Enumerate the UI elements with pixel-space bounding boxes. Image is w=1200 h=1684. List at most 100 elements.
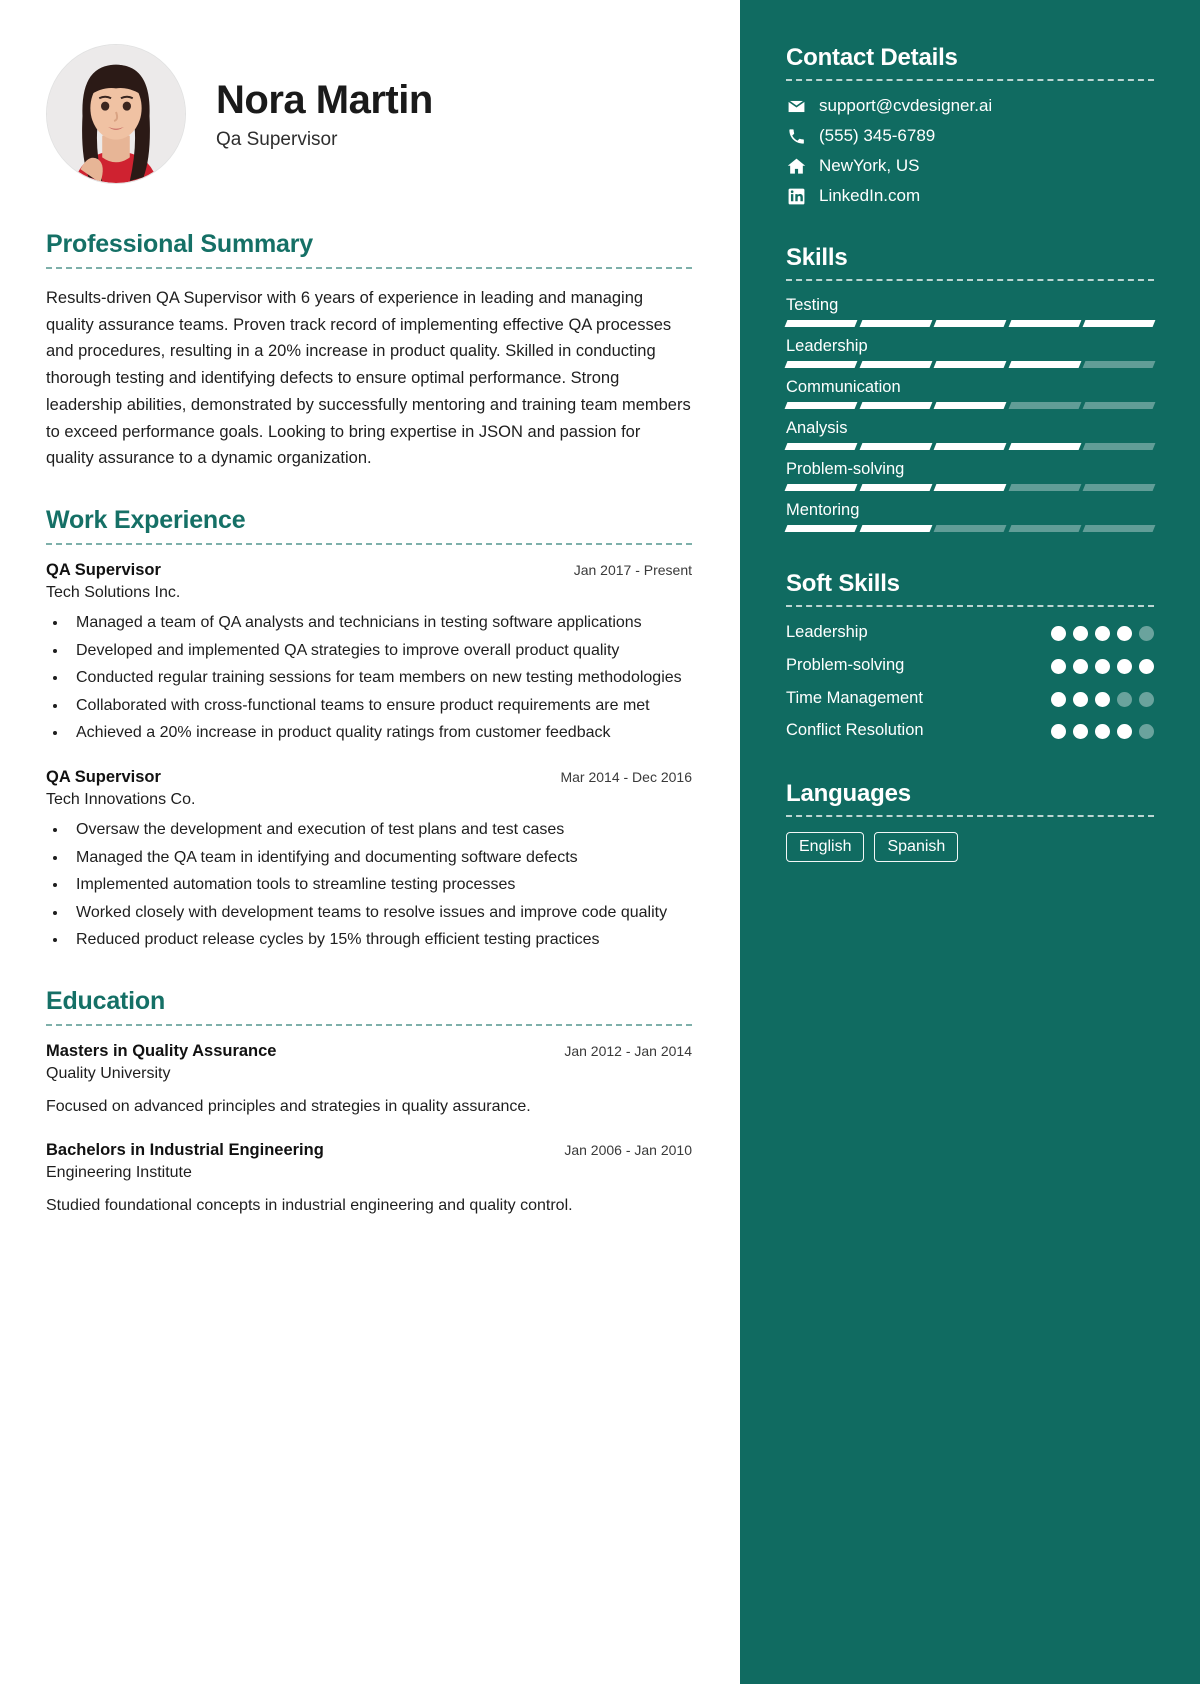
rating-dot — [1139, 724, 1154, 740]
skill-segment — [1008, 525, 1081, 532]
soft-skill-rating-dots — [1051, 622, 1154, 641]
skill-segment — [933, 484, 1007, 491]
contact-item[interactable]: NewYork, US — [786, 156, 1154, 176]
list-item: Collaborated with cross-functional teams… — [68, 693, 692, 719]
rating-dot — [1073, 658, 1088, 674]
skill-item: Testing — [784, 296, 1156, 327]
resume-header: Nora Martin Qa Supervisor — [46, 44, 692, 184]
divider — [786, 79, 1154, 81]
rating-dot — [1117, 626, 1132, 641]
contact-item[interactable]: (555) 345-6789 — [786, 126, 1154, 146]
soft-skill-label: Leadership — [786, 623, 868, 641]
divider — [46, 267, 692, 269]
education-school: Quality University — [46, 1064, 171, 1082]
skill-segment — [1082, 484, 1156, 491]
work-item-company: Tech Solutions Inc. — [46, 584, 181, 602]
skill-segment — [784, 361, 858, 368]
section-languages: Languages English Spanish — [786, 780, 1154, 863]
list-item: Reduced product release cycles by 15% th… — [68, 927, 692, 953]
skill-segment — [784, 443, 858, 450]
rating-dot — [1117, 724, 1132, 740]
page-title: Nora Martin — [216, 78, 433, 122]
skill-segment — [859, 525, 932, 532]
section-title-languages: Languages — [786, 780, 911, 808]
rating-dot — [1095, 691, 1110, 707]
skill-segment — [933, 361, 1007, 368]
work-item-header: QA Supervisor Mar 2014 - Dec 2016 — [46, 768, 692, 787]
work-list: QA Supervisor Jan 2017 - Present Tech Solu… — [46, 561, 692, 953]
skill-segment — [1082, 320, 1156, 327]
divider — [786, 815, 1154, 818]
education-school: Engineering Institute — [46, 1163, 192, 1181]
avatar — [46, 44, 186, 184]
rating-dot — [1073, 626, 1088, 641]
section-contact-details: Contact Details support@cvdesigner.ai (55… — [786, 44, 1154, 206]
list-item: Managed a team of QA analysts and techni… — [68, 610, 692, 636]
resume-sidebar: Contact Details support@cvdesigner.ai (55… — [740, 0, 1200, 1684]
skill-segment — [1082, 402, 1156, 409]
work-item-bullets: Oversaw the development and execution of… — [68, 817, 692, 953]
contact-item[interactable]: support@cvdesigner.ai — [786, 96, 1154, 116]
education-item-header: Masters in Quality Assurance Jan 2012 - J… — [46, 1042, 692, 1061]
section-title-education: Education — [46, 986, 166, 1015]
soft-skill-item: Conflict Resolution — [786, 720, 1154, 742]
profile-photo-illustration — [47, 45, 185, 183]
education-item: Bachelors in Industrial Engineering Jan 2… — [46, 1141, 692, 1218]
resume-main-column: Nora Martin Qa Supervisor Professional S… — [0, 0, 740, 1684]
list-item: Worked closely with development teams to… — [68, 900, 692, 926]
skill-item: Mentoring — [784, 501, 1156, 532]
work-item-date: Mar 2014 - Dec 2016 — [560, 769, 692, 785]
skill-segment — [859, 443, 932, 450]
section-education: Education Masters in Quality Assurance Ja… — [46, 987, 692, 1218]
list-item: Implemented automation tools to streamli… — [68, 872, 692, 898]
rating-dot — [1051, 658, 1066, 674]
skill-segment — [1008, 402, 1081, 409]
summary-text: Results-driven QA Supervisor with 6 year… — [46, 289, 691, 468]
list-item: Managed the QA team in identifying and d… — [68, 845, 692, 871]
skill-segment — [933, 320, 1007, 327]
rating-dot — [1051, 626, 1066, 641]
rating-dot — [1073, 724, 1088, 740]
skill-segment — [1082, 525, 1156, 532]
skill-segment — [933, 402, 1007, 409]
section-title-soft-skills: Soft Skills — [786, 570, 900, 597]
contact-list: support@cvdesigner.ai (555) 345-6789 NewYo… — [786, 96, 1154, 206]
work-item-title: QA Supervisor — [46, 768, 161, 786]
work-item: QA Supervisor Mar 2014 - Dec 2016 Tech Inn… — [46, 768, 692, 953]
skill-label: Mentoring — [786, 501, 860, 519]
section-title-summary: Professional Summary — [46, 230, 313, 258]
skill-segment — [933, 525, 1007, 532]
skill-segment — [784, 320, 858, 327]
section-title-contact: Contact Details — [786, 44, 958, 71]
section-title-skills: Skills — [786, 244, 848, 271]
soft-skill-rating-dots — [1051, 720, 1154, 740]
skills-list: Testing Leadership Communication Analysis Pr… — [784, 296, 1156, 532]
linkedin-icon — [786, 186, 806, 206]
language-tag-list: English Spanish — [786, 832, 1154, 863]
education-list: Masters in Quality Assurance Jan 2012 - J… — [46, 1042, 692, 1218]
soft-skills-list: Leadership Problem-solving Time Management… — [786, 622, 1154, 742]
skill-level-bar — [784, 402, 1156, 409]
education-degree: Bachelors in Industrial Engineering — [46, 1140, 324, 1159]
soft-skill-item: Leadership — [786, 622, 1154, 644]
section-professional-summary: Professional Summary Results-driven QA S… — [46, 230, 692, 472]
home-icon — [786, 156, 806, 176]
rating-dot — [1139, 691, 1154, 707]
section-soft-skills: Soft Skills Leadership Problem-solving Tim… — [786, 570, 1154, 742]
rating-dot — [1095, 626, 1110, 641]
skill-level-bar — [784, 525, 1156, 532]
resume-page: Nora Martin Qa Supervisor Professional S… — [0, 0, 1200, 1684]
language-tag: Spanish — [874, 832, 959, 863]
education-degree: Masters in Quality Assurance — [46, 1041, 277, 1060]
list-item: Conducted regular training sessions for … — [68, 665, 692, 691]
skill-item: Communication — [784, 378, 1156, 409]
skill-segment — [1008, 361, 1081, 368]
education-description: Focused on advanced principles and strat… — [46, 1097, 531, 1115]
phone-icon — [786, 126, 806, 146]
contact-item[interactable]: LinkedIn.com — [786, 186, 1154, 206]
rating-dot — [1095, 658, 1110, 674]
soft-skill-rating-dots — [1051, 688, 1154, 707]
rating-dot — [1051, 724, 1066, 740]
divider — [786, 279, 1154, 281]
rating-dot — [1117, 691, 1132, 707]
